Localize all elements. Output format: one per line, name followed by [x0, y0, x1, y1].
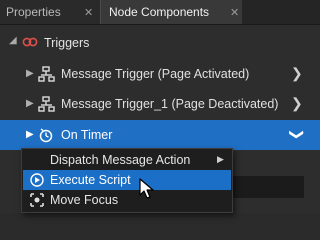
tab-properties[interactable]: Properties ✕ — [0, 0, 100, 24]
tab-bar: Properties ✕ Node Components ✕ — [0, 0, 320, 25]
triggers-label: Triggers — [44, 36, 90, 50]
message-trigger-icon — [38, 66, 56, 85]
chevron-right-icon[interactable]: ❯ — [291, 95, 303, 112]
close-icon[interactable]: ✕ — [230, 6, 239, 19]
expand-caret-icon[interactable]: ▶ — [26, 98, 34, 109]
menu-item-label: Move Focus — [50, 193, 119, 207]
mouse-cursor-icon — [139, 178, 154, 199]
expand-caret-icon[interactable]: ▶ — [26, 68, 34, 79]
tree-item-label: Message Trigger_1 (Page Deactivated) — [61, 97, 279, 111]
trigger-icon — [22, 35, 38, 52]
collapse-caret-icon[interactable]: ◢ — [9, 35, 17, 46]
menu-item-dispatch-message-action[interactable]: Dispatch Message Action ▶ — [23, 150, 231, 170]
context-menu: Dispatch Message Action ▶ Execute Script… — [21, 148, 233, 213]
menu-item-label: Dispatch Message Action — [50, 153, 191, 167]
menu-item-label: Execute Script — [50, 173, 131, 187]
triggers-group[interactable]: ◢ Triggers — [0, 29, 320, 57]
chevron-down-icon[interactable]: ❯ — [288, 129, 305, 141]
property-field[interactable] — [226, 176, 304, 198]
timer-icon — [38, 127, 56, 146]
tree-item-on-timer[interactable]: ▶ On Timer ❯ — [0, 120, 320, 150]
tree-item-label: Message Trigger (Page Activated) — [61, 67, 250, 81]
move-focus-icon — [29, 192, 45, 211]
tab-label: Node Components — [109, 5, 210, 19]
menu-item-execute-script[interactable]: Execute Script — [23, 170, 231, 190]
node-components-panel: Properties ✕ Node Components ✕ ◢ Trigger… — [0, 0, 320, 213]
tab-label: Properties — [6, 5, 61, 19]
tree-item-label: On Timer — [61, 128, 113, 142]
menu-item-move-focus[interactable]: Move Focus — [23, 190, 231, 210]
tab-node-components[interactable]: Node Components ✕ — [100, 0, 242, 24]
submenu-arrow-icon: ▶ — [217, 154, 224, 164]
expand-caret-icon[interactable]: ▶ — [26, 129, 34, 140]
script-icon — [29, 172, 45, 191]
close-icon[interactable]: ✕ — [84, 6, 93, 19]
tree-item-message-trigger[interactable]: ▶ Message Trigger (Page Activated) ❯ — [0, 59, 320, 89]
message-trigger-icon — [38, 96, 56, 115]
tree-item-message-trigger-1[interactable]: ▶ Message Trigger_1 (Page Deactivated) ❯ — [0, 89, 320, 119]
chevron-right-icon[interactable]: ❯ — [291, 65, 303, 82]
